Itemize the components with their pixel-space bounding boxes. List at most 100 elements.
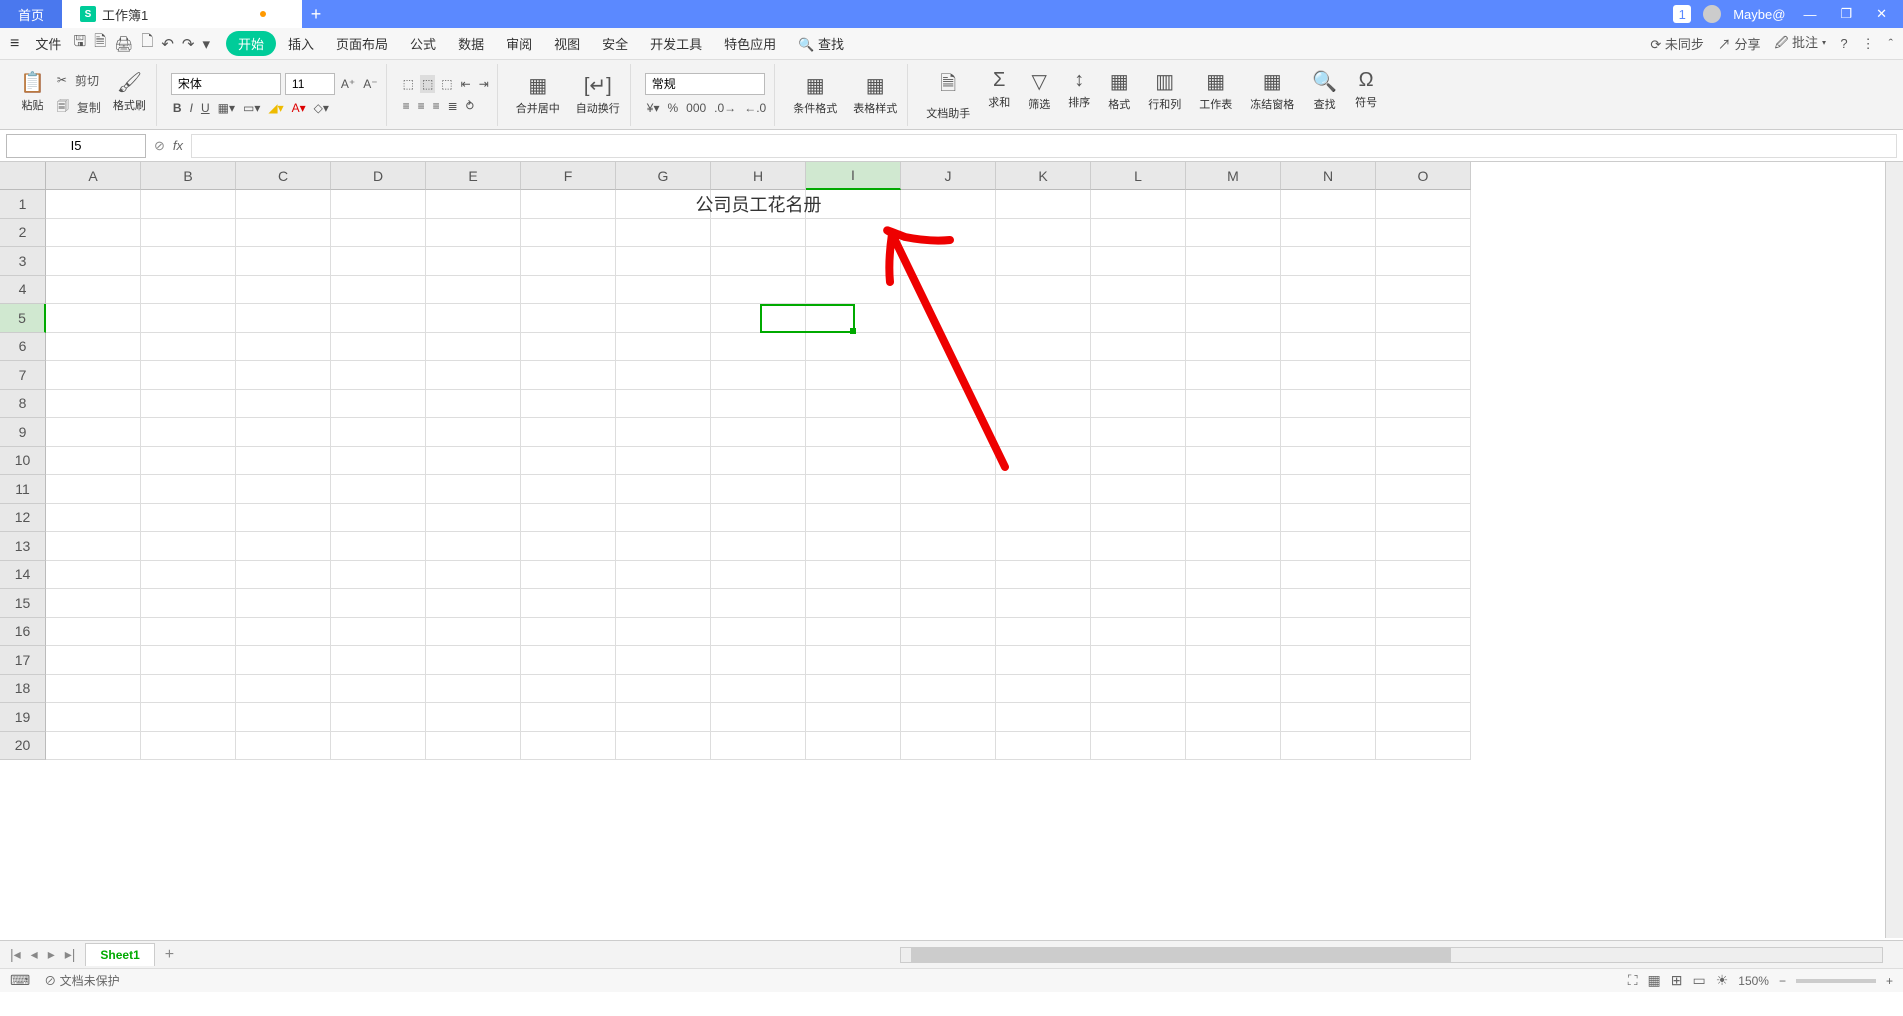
cell[interactable] (331, 190, 426, 219)
column-header[interactable]: B (141, 162, 236, 190)
tab-insert[interactable]: 插入 (278, 34, 324, 53)
cell[interactable] (46, 190, 141, 219)
cell[interactable] (1091, 333, 1186, 362)
cell[interactable] (806, 190, 901, 219)
freeze-button[interactable]: ▦冻结窗格 (1246, 69, 1298, 121)
cell[interactable] (426, 504, 521, 533)
cancel-formula-icon[interactable]: ⊘ (154, 138, 165, 154)
cell[interactable] (1186, 390, 1281, 419)
cell[interactable] (1091, 475, 1186, 504)
cell[interactable] (901, 190, 996, 219)
cell[interactable] (331, 276, 426, 305)
cell[interactable] (996, 504, 1091, 533)
cell[interactable] (1186, 190, 1281, 219)
symbol-button[interactable]: Ω符号 (1351, 69, 1381, 121)
italic-button[interactable]: I (188, 99, 195, 117)
cell[interactable] (1186, 675, 1281, 704)
cell[interactable] (1091, 618, 1186, 647)
cell[interactable] (1091, 703, 1186, 732)
cell[interactable] (236, 418, 331, 447)
cell[interactable] (1186, 561, 1281, 590)
cell[interactable] (711, 646, 806, 675)
row-header[interactable]: 16 (0, 618, 46, 647)
cell[interactable] (996, 732, 1091, 761)
column-header[interactable]: G (616, 162, 711, 190)
cell[interactable] (616, 190, 711, 219)
cell[interactable] (711, 675, 806, 704)
cell[interactable] (711, 361, 806, 390)
decrease-decimal-icon[interactable]: ←.0 (742, 99, 768, 117)
vertical-scrollbar[interactable] (1885, 162, 1903, 938)
row-header[interactable]: 14 (0, 561, 46, 590)
row-header[interactable]: 7 (0, 361, 46, 390)
column-header[interactable]: E (426, 162, 521, 190)
tab-data[interactable]: 数据 (448, 34, 494, 53)
cell[interactable] (46, 532, 141, 561)
cell[interactable] (46, 361, 141, 390)
cell[interactable] (331, 618, 426, 647)
cell[interactable] (521, 675, 616, 704)
cell[interactable] (426, 532, 521, 561)
preview-icon[interactable]: 🗋 (141, 31, 153, 56)
cell[interactable] (901, 304, 996, 333)
cell[interactable] (1281, 190, 1376, 219)
cell[interactable] (711, 732, 806, 761)
doc-helper-button[interactable]: 🗎文档助手 (922, 69, 974, 121)
comma-icon[interactable]: 000 (684, 99, 708, 117)
cell[interactable] (1281, 532, 1376, 561)
cell[interactable] (331, 447, 426, 476)
cell[interactable] (236, 190, 331, 219)
cell[interactable] (1281, 418, 1376, 447)
cell[interactable] (1281, 247, 1376, 276)
cell[interactable] (236, 561, 331, 590)
print-icon[interactable]: 🖨 (114, 35, 133, 53)
cell[interactable] (46, 618, 141, 647)
cell[interactable] (806, 447, 901, 476)
cell[interactable] (141, 646, 236, 675)
cell[interactable] (1281, 219, 1376, 248)
cell[interactable] (901, 675, 996, 704)
cell[interactable] (1091, 418, 1186, 447)
help-icon[interactable]: ? (1840, 36, 1847, 51)
cell[interactable] (996, 475, 1091, 504)
cell[interactable] (1376, 589, 1471, 618)
view-pagebreak-icon[interactable]: ⊞ (1671, 972, 1683, 989)
view-normal-icon[interactable]: ▦ (1648, 972, 1661, 989)
cell[interactable] (996, 333, 1091, 362)
cell[interactable] (141, 675, 236, 704)
column-header[interactable]: A (46, 162, 141, 190)
cell[interactable] (1281, 504, 1376, 533)
conditional-format-button[interactable]: ▦条件格式 (789, 73, 841, 116)
font-name-select[interactable] (171, 73, 281, 95)
cell[interactable] (1376, 447, 1471, 476)
filter-button[interactable]: ▽筛选 (1024, 69, 1054, 121)
cell[interactable] (1376, 361, 1471, 390)
zoom-slider[interactable] (1796, 979, 1876, 983)
cell[interactable] (996, 532, 1091, 561)
tab-document[interactable]: S 工作簿1 (62, 0, 302, 28)
increase-decimal-icon[interactable]: .0→ (712, 99, 738, 117)
cell[interactable] (331, 504, 426, 533)
cell[interactable] (521, 646, 616, 675)
cell[interactable] (616, 333, 711, 362)
cell[interactable] (1091, 219, 1186, 248)
cell[interactable] (521, 561, 616, 590)
cell[interactable] (616, 732, 711, 761)
cell[interactable] (1376, 190, 1471, 219)
cell[interactable] (616, 646, 711, 675)
cell[interactable] (46, 646, 141, 675)
row-header[interactable]: 9 (0, 418, 46, 447)
cell[interactable] (426, 589, 521, 618)
cell[interactable] (141, 447, 236, 476)
cell[interactable] (1091, 532, 1186, 561)
sync-status[interactable]: ⟳ 未同步 (1650, 34, 1704, 53)
sheet-nav-first[interactable]: |◂ (10, 946, 21, 963)
cell[interactable] (1186, 618, 1281, 647)
row-header[interactable]: 5 (0, 304, 46, 333)
worksheet-button[interactable]: ▦工作表 (1195, 69, 1236, 121)
cell[interactable] (236, 532, 331, 561)
zoom-in-button[interactable]: + (1886, 974, 1893, 988)
indent-increase-icon[interactable]: ⇥ (477, 75, 491, 93)
cell[interactable] (1186, 447, 1281, 476)
add-sheet-button[interactable]: + (165, 946, 174, 964)
